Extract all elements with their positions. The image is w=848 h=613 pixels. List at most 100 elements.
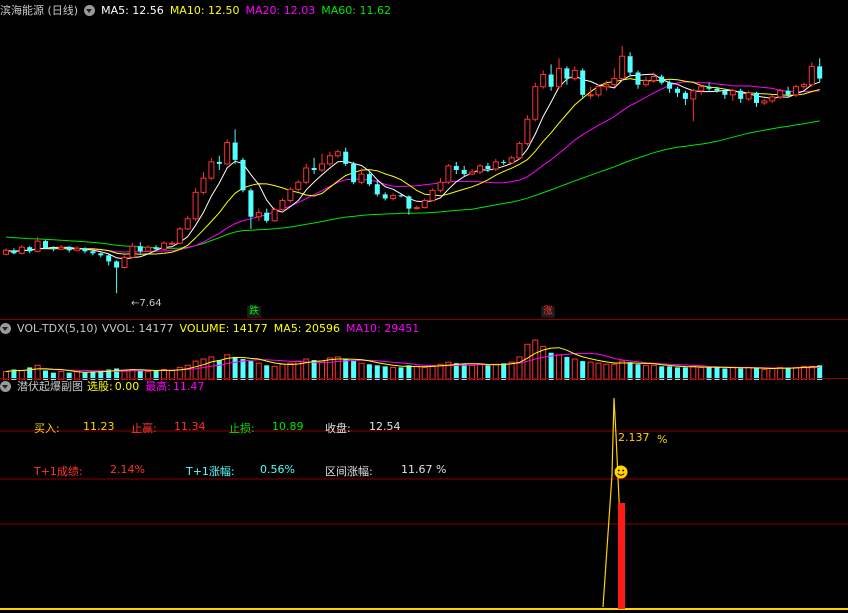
candle: [611, 78, 618, 86]
ma10-label: MA10: 12.50: [169, 4, 240, 17]
candle: [106, 255, 112, 262]
candle: [192, 191, 199, 220]
candle: [571, 69, 578, 80]
candle: [232, 142, 238, 160]
candle: [501, 161, 507, 163]
volume-bar: [564, 356, 570, 380]
candle: [343, 151, 349, 164]
chevron-down-icon[interactable]: [84, 5, 96, 16]
candle: [754, 92, 759, 103]
candle: [27, 247, 33, 252]
candle: [255, 212, 262, 218]
buy-value: 11.23: [83, 420, 115, 433]
volume-bar: [208, 356, 215, 380]
candle: [114, 261, 120, 268]
candle: [729, 90, 736, 96]
t1-rise-label: T+1涨幅:: [186, 465, 235, 478]
candle: [366, 174, 372, 185]
candle: [659, 76, 665, 83]
price-chart[interactable]: [0, 0, 848, 320]
candle: [580, 70, 586, 95]
candle: [524, 118, 531, 145]
candle: [264, 212, 270, 221]
vol-ma10-label: MA10: 29451: [346, 322, 420, 335]
candle: [548, 74, 554, 87]
pick-value: 0.00: [114, 380, 140, 393]
volume-bar: [240, 359, 246, 380]
candle: [406, 196, 412, 209]
volume-bar: [548, 352, 554, 380]
vol-ma5-label: MA5: 20596: [273, 322, 341, 335]
candle: [153, 247, 159, 250]
volume-bar: [516, 356, 523, 380]
candle: [18, 246, 25, 254]
range-rise-label: 区间涨幅:: [325, 465, 373, 478]
stock-title[interactable]: 滨海能源 (日线): [0, 4, 78, 17]
volume-bar: [200, 358, 207, 380]
stop-loss-value: 10.89: [272, 420, 304, 433]
candle: [240, 159, 246, 191]
candle: [121, 256, 128, 269]
candle: [319, 163, 325, 171]
volume-bar: [556, 354, 562, 380]
candle: [145, 246, 152, 252]
candle: [706, 86, 712, 89]
candle: [690, 90, 697, 100]
candle: [390, 194, 397, 199]
candle: [603, 84, 610, 88]
peak-unit-label: %: [657, 433, 668, 446]
candle: [642, 80, 649, 86]
candle: [453, 165, 459, 170]
candle: [161, 242, 167, 250]
smiley-icon: [614, 465, 628, 479]
indicator-chart[interactable]: [0, 395, 848, 613]
candle: [224, 142, 231, 165]
candle: [129, 245, 136, 258]
candle: [800, 84, 807, 88]
close-value: 12.54: [369, 420, 401, 433]
candle: [351, 163, 357, 183]
volume-chart[interactable]: [0, 336, 848, 380]
buy-label: 买入:: [34, 422, 60, 435]
vol-indicator-name[interactable]: VOL-TDX(5,10): [17, 322, 98, 335]
smiley-eye: [622, 469, 625, 472]
candle: [58, 246, 65, 250]
volume-bar: [532, 339, 539, 380]
candle: [279, 199, 286, 211]
candle: [271, 209, 278, 222]
volume-bar: [571, 358, 578, 380]
t1-success-value: 2.14%: [110, 463, 145, 476]
ma5-line: [5, 73, 820, 260]
t1-rise-value: 0.56%: [260, 463, 295, 476]
indicator-name[interactable]: 潜伏起爆副图: [17, 380, 83, 393]
candle: [413, 207, 420, 210]
candle: [627, 56, 633, 73]
candle: [485, 165, 491, 169]
take-profit-value: 11.34: [174, 420, 206, 433]
candle: [334, 151, 341, 157]
candle: [461, 170, 467, 175]
candle: [248, 190, 254, 217]
candle: [303, 167, 310, 183]
close-label: 收盘:: [325, 422, 351, 435]
candle: [738, 90, 744, 99]
candle: [698, 86, 705, 92]
chevron-down-icon[interactable]: [0, 381, 11, 392]
vvol-label: VVOL: 14177: [101, 322, 174, 335]
candle: [176, 228, 183, 244]
candle: [82, 248, 88, 252]
chevron-down-icon[interactable]: [0, 323, 11, 334]
candle: [595, 86, 602, 96]
candle: [34, 240, 41, 252]
stop-loss-label: 止损:: [229, 422, 255, 435]
signal-bar: [618, 503, 625, 609]
volume-bar: [216, 360, 222, 380]
candle: [777, 90, 784, 98]
volume-bar: [540, 345, 547, 380]
candle: [714, 88, 720, 91]
candle: [295, 181, 302, 190]
candle: [675, 88, 680, 93]
candle: [808, 65, 815, 86]
candle: [769, 96, 776, 102]
ma10-line: [5, 78, 820, 255]
